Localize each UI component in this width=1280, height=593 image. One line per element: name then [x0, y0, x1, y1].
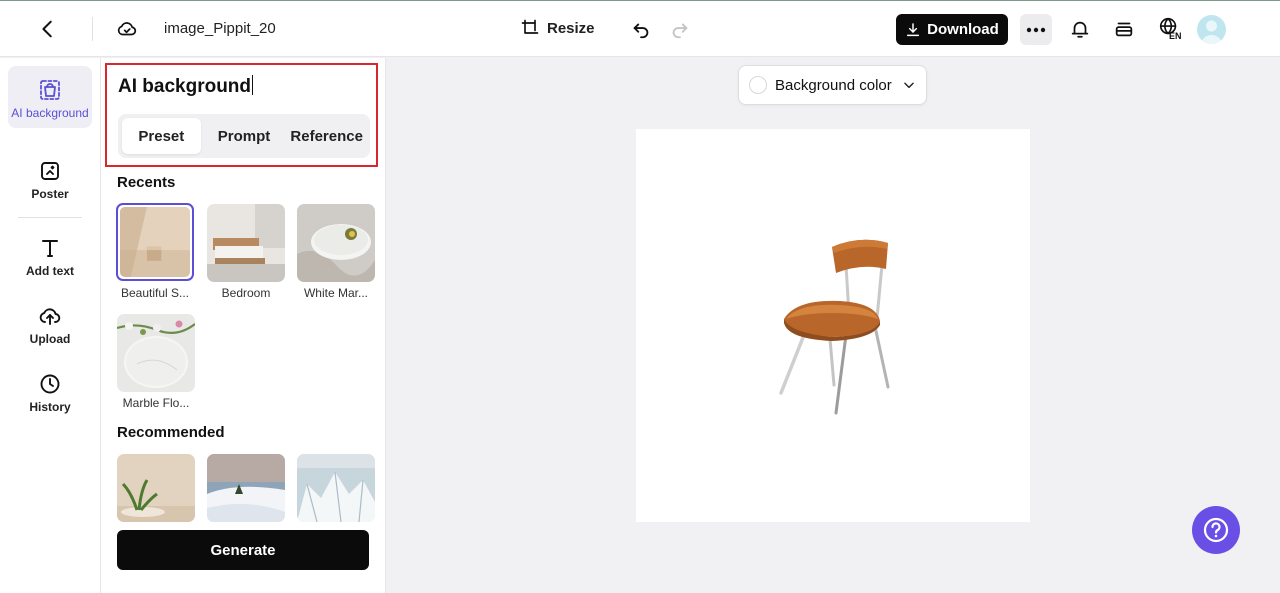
rail-item-add-text[interactable]: Add text	[8, 236, 92, 278]
recommended-title: Recommended	[117, 424, 225, 441]
text-icon	[42, 240, 58, 257]
rail-item-history[interactable]: History	[8, 372, 92, 414]
file-name[interactable]: image_Pippit_20	[164, 20, 276, 37]
notification-bell-icon[interactable]	[1062, 11, 1098, 47]
recents-title: Recents	[117, 174, 176, 191]
recent-thumb-marble-floral[interactable]	[117, 314, 195, 392]
recommended-thumb-snow[interactable]	[207, 454, 285, 522]
more-icon	[1026, 27, 1046, 32]
recommended-thumb-plant[interactable]	[117, 454, 195, 522]
chevron-down-icon	[902, 78, 916, 92]
recent-thumb-white-marble[interactable]	[297, 204, 375, 282]
rail-item-label: AI background	[11, 106, 89, 120]
poster-icon	[41, 162, 59, 180]
clock-icon	[40, 374, 60, 394]
user-avatar[interactable]	[1197, 15, 1226, 44]
rail-item-label: Add text	[26, 264, 74, 278]
more-options-button[interactable]	[1020, 14, 1052, 45]
download-button[interactable]: Download	[896, 14, 1008, 45]
image-canvas[interactable]	[636, 129, 1030, 522]
tab-preset[interactable]: Preset	[122, 118, 201, 154]
language-code: EN	[1169, 31, 1182, 41]
rail-item-poster[interactable]: Poster	[8, 159, 92, 201]
recent-thumb-bedroom[interactable]	[207, 204, 285, 282]
tool-rail: AI background Poster Add text Upload His…	[0, 58, 101, 593]
background-color-label: Background color	[775, 76, 892, 94]
panel-header-highlight: AI background Preset Prompt Reference	[105, 63, 378, 167]
background-color-dropdown[interactable]: Background color	[738, 65, 927, 105]
help-question-icon	[1203, 517, 1229, 543]
tab-reference[interactable]: Reference	[287, 118, 366, 154]
ai-background-panel: AI background Preset Prompt Reference Re…	[101, 58, 386, 593]
panel-title: AI background	[118, 75, 254, 97]
rail-item-label: Upload	[29, 332, 71, 346]
recent-thumb-label: Marble Flo...	[122, 396, 190, 410]
topbar-divider	[92, 17, 93, 41]
rail-divider	[18, 217, 82, 218]
redo-icon[interactable]	[662, 11, 698, 47]
color-swatch	[749, 76, 767, 94]
resize-label: Resize	[547, 19, 595, 37]
recent-thumb-beautiful-studio[interactable]	[116, 203, 194, 281]
recommended-thumb-ice[interactable]	[297, 454, 375, 522]
back-icon[interactable]	[30, 11, 66, 47]
undo-icon[interactable]	[623, 11, 659, 47]
rail-item-label: History	[29, 400, 71, 414]
resize-button[interactable]: Resize	[520, 18, 595, 38]
download-icon	[907, 22, 920, 36]
resize-icon	[521, 19, 539, 34]
chair-image[interactable]	[776, 235, 894, 415]
mode-tabs: Preset Prompt Reference	[118, 114, 370, 158]
generate-button[interactable]: Generate	[117, 530, 369, 570]
tab-prompt[interactable]: Prompt	[205, 118, 284, 154]
download-label: Download	[927, 21, 999, 38]
rail-item-upload[interactable]: Upload	[8, 304, 92, 346]
top-bar: image_Pippit_20 Resize Download EN	[0, 0, 1280, 57]
recent-thumb-label: Bedroom	[221, 286, 271, 300]
layers-icon[interactable]	[1106, 11, 1142, 47]
recent-thumb-label: White Mar...	[303, 286, 368, 300]
ai-background-icon	[40, 80, 60, 100]
cloud-icon[interactable]	[109, 11, 145, 47]
upload-cloud-icon	[39, 308, 61, 325]
rail-item-ai-background[interactable]: AI background	[8, 66, 92, 128]
help-button[interactable]	[1192, 506, 1240, 554]
recent-thumb-label: Beautiful S...	[120, 286, 190, 300]
rail-item-label: Poster	[31, 187, 69, 201]
